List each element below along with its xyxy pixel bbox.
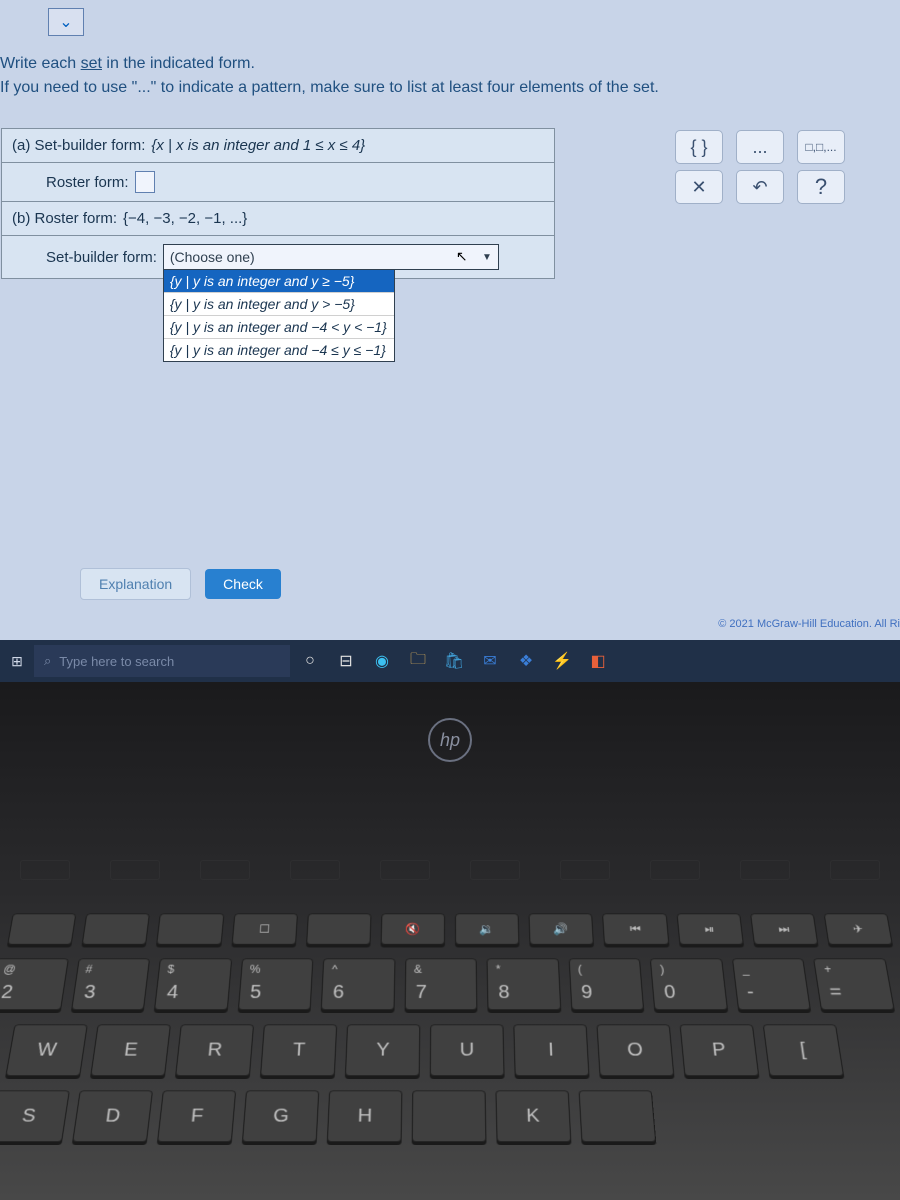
dropdown-option-1[interactable]: {y | y is an integer and y ≥ −5} <box>164 270 394 293</box>
function-key: 🔊 <box>529 913 595 945</box>
letter-key: [ <box>763 1024 844 1076</box>
dropdown-option-4[interactable]: {y | y is an integer and −4 ≤ y ≤ −1} <box>164 339 394 361</box>
store-icon[interactable]: 🛍 <box>438 645 470 677</box>
mail-icon[interactable]: ✉ <box>474 645 506 677</box>
letter-key: T <box>260 1024 337 1076</box>
instructions-text: Write each set in the indicated form. If… <box>0 52 659 100</box>
number-key: (9 <box>568 958 644 1010</box>
copyright-text: © 2021 McGraw-Hill Education. All Ri <box>718 618 900 630</box>
function-key: ⏯ <box>676 913 743 945</box>
function-key: 🔉 <box>455 913 520 945</box>
function-key <box>306 913 372 945</box>
keyboard: ☐ 🔇 🔉 🔊⏮⏯⏭✈ @2#3$4%5^6&7*8(9)0_-+= WERTYUIO… <box>0 912 900 1154</box>
task-view-icon[interactable]: ⊟ <box>330 645 362 677</box>
letter-key: F <box>157 1090 236 1142</box>
panel-collapse-toggle[interactable]: ⌄ <box>48 8 84 36</box>
letter-key: K <box>495 1090 571 1142</box>
number-key: &7 <box>404 958 477 1010</box>
number-key: @2 <box>0 958 68 1010</box>
speaker-grille <box>20 860 880 880</box>
dropdown-option-2[interactable]: {y | y is an integer and y > −5} <box>164 293 394 316</box>
letter-key: P <box>680 1024 760 1076</box>
edge-icon[interactable]: ◉ <box>366 645 398 677</box>
dropdown-options-list: {y | y is an integer and y ≥ −5} {y | y … <box>163 269 395 362</box>
letter-key: Y <box>345 1024 420 1076</box>
function-key: ⏮ <box>602 913 669 945</box>
letter-key: R <box>175 1024 254 1076</box>
check-button[interactable]: Check <box>205 569 281 599</box>
letter-key: O <box>596 1024 674 1076</box>
laptop-body: hp ☐ 🔇 🔉 🔊⏮⏯⏭✈ @2#3$4%5^6&7*8(9)0_-+= WERTY… <box>0 682 900 1200</box>
dropdown-option-3[interactable]: {y | y is an integer and −4 < y < −1} <box>164 316 394 339</box>
clear-button[interactable]: ✕ <box>675 170 723 204</box>
function-key: ⏭ <box>750 913 818 945</box>
letter-key: E <box>90 1024 171 1076</box>
letter-key <box>412 1090 487 1142</box>
chevron-down-icon: ▼ <box>482 252 492 263</box>
windows-taskbar: ⊞ ⌕ Type here to search ○ ⊟ ◉ 🗀 🛍 ✉ ❖ ⚡ … <box>0 640 900 682</box>
letter-key <box>579 1090 657 1142</box>
dropbox-icon[interactable]: ❖ <box>510 645 542 677</box>
braces-tool[interactable]: { } <box>675 130 723 164</box>
letter-key: S <box>0 1090 70 1142</box>
function-key <box>156 913 223 945</box>
setbuilder-dropdown[interactable]: (Choose one) ↖ ▼ <box>163 244 499 270</box>
ellipsis-tool[interactable]: ... <box>736 130 784 164</box>
app-icon[interactable]: ⚡ <box>546 645 578 677</box>
number-key: += <box>814 958 895 1010</box>
file-explorer-icon[interactable]: 🗀 <box>402 645 434 677</box>
reset-button[interactable]: ↶ <box>736 170 784 204</box>
browser-icon[interactable]: ◧ <box>582 645 614 677</box>
part-a-setbuilder: (a) Set-builder form: {x | x is an integ… <box>2 129 554 163</box>
number-key: #3 <box>71 958 150 1010</box>
math-tools-panel: { } ... □,□,... ✕ ↶ ? <box>675 130 845 204</box>
letter-key: W <box>5 1024 87 1076</box>
cursor-icon: ↖ <box>456 248 468 265</box>
part-b-roster: (b) Roster form: {−4, −3, −2, −1, ...} <box>2 202 554 236</box>
letter-key: I <box>513 1024 589 1076</box>
taskbar-search[interactable]: ⌕ Type here to search <box>34 645 290 677</box>
roster-input[interactable] <box>135 171 155 193</box>
function-key <box>7 913 76 945</box>
function-key <box>82 913 150 945</box>
function-key: 🔇 <box>380 913 445 945</box>
help-button[interactable]: ? <box>797 170 845 204</box>
hp-logo: hp <box>428 718 472 762</box>
function-key: ☐ <box>231 913 298 945</box>
number-key: %5 <box>238 958 314 1010</box>
letter-key: H <box>327 1090 403 1142</box>
explanation-button[interactable]: Explanation <box>80 568 191 600</box>
number-key: )0 <box>650 958 728 1010</box>
part-a-roster-row: Roster form: <box>2 163 554 202</box>
letter-key: U <box>430 1024 505 1076</box>
letter-key: D <box>72 1090 153 1142</box>
cortana-icon[interactable]: ○ <box>294 645 326 677</box>
start-button[interactable]: ⊞ <box>4 648 30 674</box>
number-key: _- <box>732 958 811 1010</box>
number-key: ^6 <box>321 958 395 1010</box>
part-b-setbuilder-row: Set-builder form: (Choose one) ↖ ▼ {y | … <box>2 236 554 278</box>
letter-key: G <box>242 1090 319 1142</box>
problem-container: (a) Set-builder form: {x | x is an integ… <box>1 128 555 279</box>
function-key: ✈ <box>824 913 893 945</box>
pair-tool[interactable]: □,□,... <box>797 130 845 164</box>
number-key: *8 <box>487 958 561 1010</box>
number-key: $4 <box>154 958 232 1010</box>
search-icon: ⌕ <box>44 653 51 669</box>
